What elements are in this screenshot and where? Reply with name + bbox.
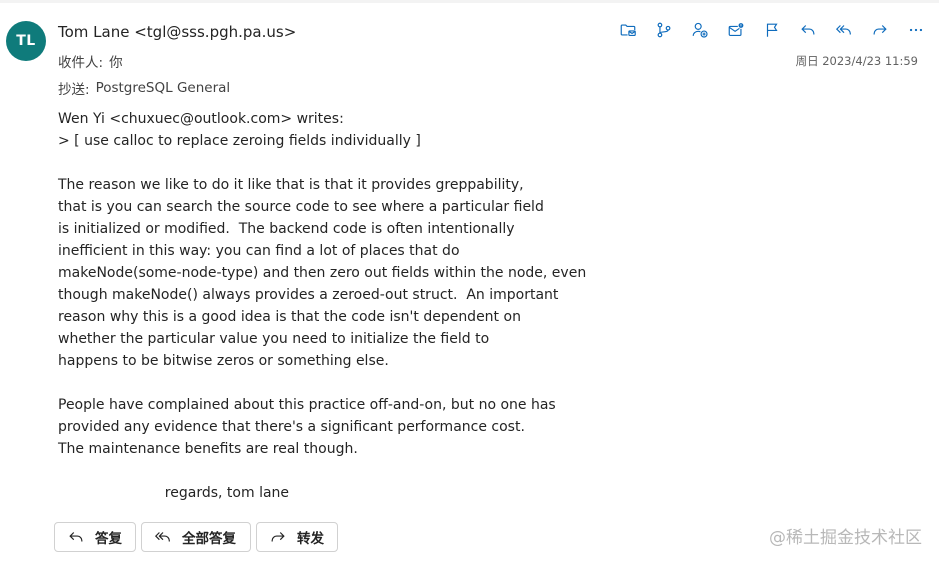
- reply-all-icon: [154, 532, 170, 542]
- body-line: though makeNode() always provides a zero…: [58, 287, 559, 303]
- sent-date: 周日 2023/4/23 11:59: [795, 54, 918, 68]
- top-strip: [0, 0, 939, 3]
- rules-button[interactable]: [646, 18, 682, 42]
- cc-row: 抄送: PostgreSQL General: [58, 76, 231, 98]
- mark-unread-button[interactable]: [718, 18, 754, 42]
- avatar: TL: [6, 21, 46, 61]
- body-line: The reason we like to do it like that is…: [58, 177, 524, 193]
- reply-actions: 答复 全部答复 转发: [54, 522, 338, 552]
- branch-icon: [657, 22, 671, 38]
- message-body: Wen Yi <chuxuec@outlook.com> writes: > [ …: [58, 108, 586, 504]
- body-line: [58, 460, 586, 482]
- more-icon: [909, 28, 923, 32]
- sender-name[interactable]: Tom Lane <tgl@sss.pgh.pa.us>: [58, 23, 296, 41]
- add-contact-icon: [692, 22, 708, 38]
- forward-button-label: 转发: [297, 531, 324, 547]
- body-line: The maintenance benefits are real though…: [58, 441, 358, 457]
- forward-icon: [271, 532, 285, 542]
- add-contact-button[interactable]: [682, 18, 718, 42]
- reply-button-label: 答复: [95, 531, 122, 547]
- recipient-row: 收件人: 你: [58, 51, 123, 71]
- body-line: reason why this is a good idea is that t…: [58, 309, 521, 325]
- body-line: that is you can search the source code t…: [58, 199, 544, 215]
- move-to-folder-button[interactable]: [610, 18, 646, 42]
- more-actions-button[interactable]: [898, 18, 934, 42]
- body-line: makeNode(some-node-type) and then zero o…: [58, 265, 587, 281]
- to-label: 收件人:: [58, 55, 104, 71]
- cc-value[interactable]: PostgreSQL General: [96, 80, 231, 96]
- to-value[interactable]: 你: [109, 55, 123, 71]
- body-line: People have complained about this practi…: [58, 397, 556, 413]
- flag-icon: [766, 23, 778, 37]
- reply-all-button-label: 全部答复: [182, 531, 236, 547]
- body-line: happens to be bitwise zeros or something…: [58, 353, 389, 369]
- body-line: regards, tom lane: [58, 485, 290, 501]
- body-line: provided any evidence that there's a sig…: [58, 419, 525, 435]
- flag-button[interactable]: [754, 18, 790, 42]
- body-line: whether the particular value you need to…: [58, 331, 490, 347]
- body-line: Wen Yi <chuxuec@outlook.com> writes:: [58, 111, 344, 127]
- body-line: [58, 372, 586, 394]
- forward-icon: [873, 25, 887, 35]
- reply-all-icon: [835, 25, 851, 35]
- body-line: inefficient in this way: you can find a …: [58, 243, 460, 259]
- reply-button[interactable]: 答复: [54, 522, 136, 552]
- body-line: > [ use calloc to replace zeroing fields…: [58, 133, 421, 149]
- reply-toolbar-button[interactable]: [790, 18, 826, 42]
- body-line: [58, 152, 586, 174]
- reply-all-button[interactable]: 全部答复: [141, 522, 251, 552]
- body-line: is initialized or modified. The backend …: [58, 221, 515, 237]
- reply-all-toolbar-button[interactable]: [826, 18, 862, 42]
- reply-icon: [801, 25, 815, 35]
- reply-icon: [69, 532, 83, 542]
- message-toolbar: [610, 18, 934, 42]
- cc-label: 抄送:: [58, 82, 90, 98]
- forward-toolbar-button[interactable]: [862, 18, 898, 42]
- forward-button[interactable]: 转发: [256, 522, 338, 552]
- mail-badge-icon: [728, 22, 745, 36]
- move-to-folder-icon: [620, 24, 636, 36]
- watermark: @稀土掘金技术社区: [769, 528, 922, 548]
